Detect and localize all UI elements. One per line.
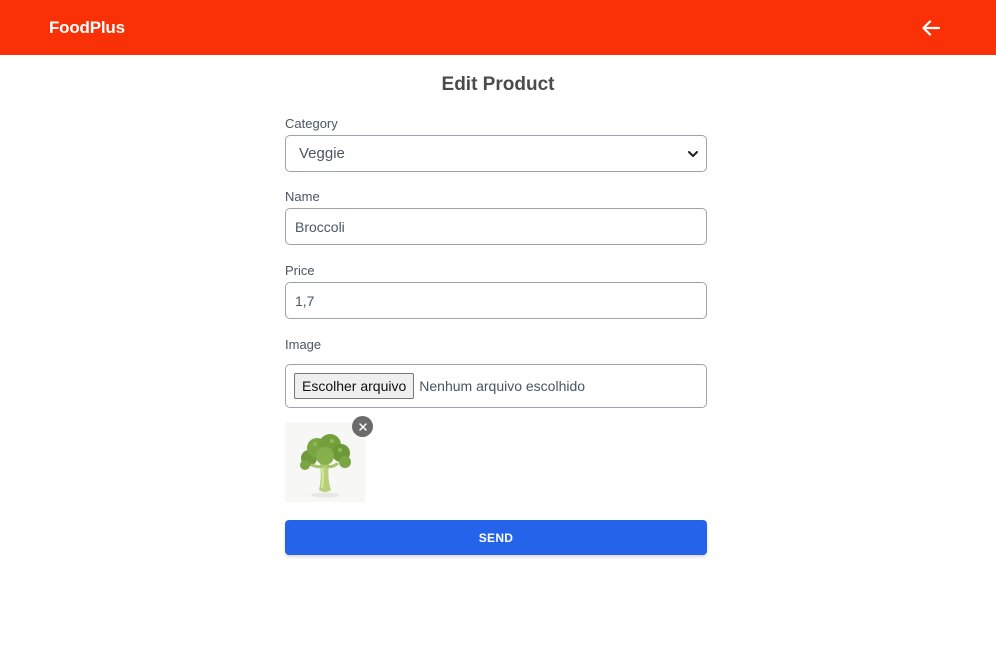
image-file-input[interactable]: Escolher arquivo Nenhum arquivo escolhid… xyxy=(285,364,707,408)
price-input[interactable]: 1,7 xyxy=(285,282,707,319)
choose-file-button[interactable]: Escolher arquivo xyxy=(294,373,415,399)
send-button[interactable]: SEND xyxy=(285,520,707,555)
close-icon xyxy=(358,422,367,431)
page-title: Edit Product xyxy=(441,74,555,95)
remove-image-button[interactable] xyxy=(352,416,373,437)
category-label: Category xyxy=(285,116,338,131)
image-label: Image xyxy=(285,337,322,352)
broccoli-image xyxy=(300,434,351,498)
price-label: Price xyxy=(285,263,315,278)
brand-logo[interactable]: FoodPlus xyxy=(49,18,125,38)
arrow-left-icon xyxy=(922,19,940,36)
category-select[interactable]: Veggie xyxy=(285,135,707,172)
file-status-text: Nenhum arquivo escolhido xyxy=(419,378,586,394)
product-image-preview xyxy=(285,422,365,502)
back-button[interactable] xyxy=(919,16,943,40)
name-label: Name xyxy=(285,189,320,204)
name-input[interactable]: Broccoli xyxy=(285,208,707,245)
category-value: Veggie xyxy=(299,145,345,162)
top-app-bar: FoodPlus xyxy=(0,0,996,55)
price-value: 1,7 xyxy=(295,292,315,309)
name-value: Broccoli xyxy=(295,218,345,235)
chevron-down-icon xyxy=(688,151,698,157)
